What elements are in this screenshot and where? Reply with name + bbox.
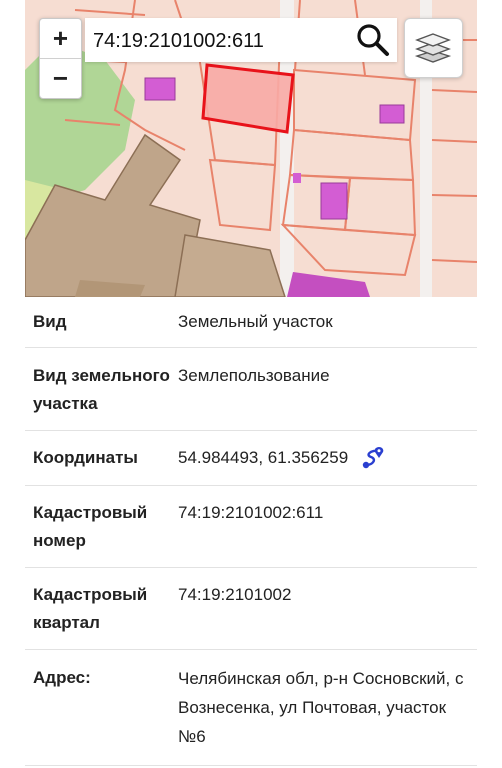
parcel-details: Вид Земельный участок Вид земельного уча… xyxy=(25,297,477,766)
details-row-cadastral-quarter: Кадастровый квартал 74:19:2101002 xyxy=(25,568,477,650)
row-label: Вид xyxy=(33,312,67,331)
layers-icon xyxy=(414,33,452,63)
row-label: Координаты xyxy=(33,448,138,467)
row-value: Землепользование xyxy=(178,366,330,385)
zoom-in-button[interactable]: + xyxy=(40,19,81,58)
details-row-land-type: Вид земельного участка Землепользование xyxy=(25,348,477,431)
search-button[interactable] xyxy=(355,22,391,58)
search-bar xyxy=(85,18,397,64)
details-row-address: Адрес: Челябинская обл, р-н Сосновский, … xyxy=(25,650,477,766)
route-icon[interactable] xyxy=(361,446,385,471)
row-value: Челябинская обл, р-н Сосновский, с Возне… xyxy=(178,669,464,746)
row-label: Адрес: xyxy=(33,668,91,687)
coordinates-value[interactable]: 54.984493, 61.356259 xyxy=(178,448,348,467)
layers-button[interactable] xyxy=(404,18,463,78)
row-label: Кадастровый номер xyxy=(33,503,148,550)
zoom-out-button[interactable]: − xyxy=(40,58,81,98)
details-row-coordinates: Координаты 54.984493, 61.356259 xyxy=(25,431,477,486)
row-value: 74:19:2101002 xyxy=(178,585,292,604)
details-row-cadastral-number: Кадастровый номер 74:19:2101002:611 xyxy=(25,486,477,568)
row-value: Земельный участок xyxy=(178,312,333,331)
row-label: Вид земельного участка xyxy=(33,366,170,413)
row-value-wrap: 54.984493, 61.356259 xyxy=(178,444,477,485)
row-value: 74:19:2101002:611 xyxy=(178,503,324,522)
row-label: Кадастровый квартал xyxy=(33,585,148,632)
search-icon xyxy=(357,24,389,56)
zoom-controls: + − xyxy=(39,18,82,99)
details-row-type: Вид Земельный участок xyxy=(25,297,477,348)
cadastral-search-input[interactable] xyxy=(91,18,345,64)
